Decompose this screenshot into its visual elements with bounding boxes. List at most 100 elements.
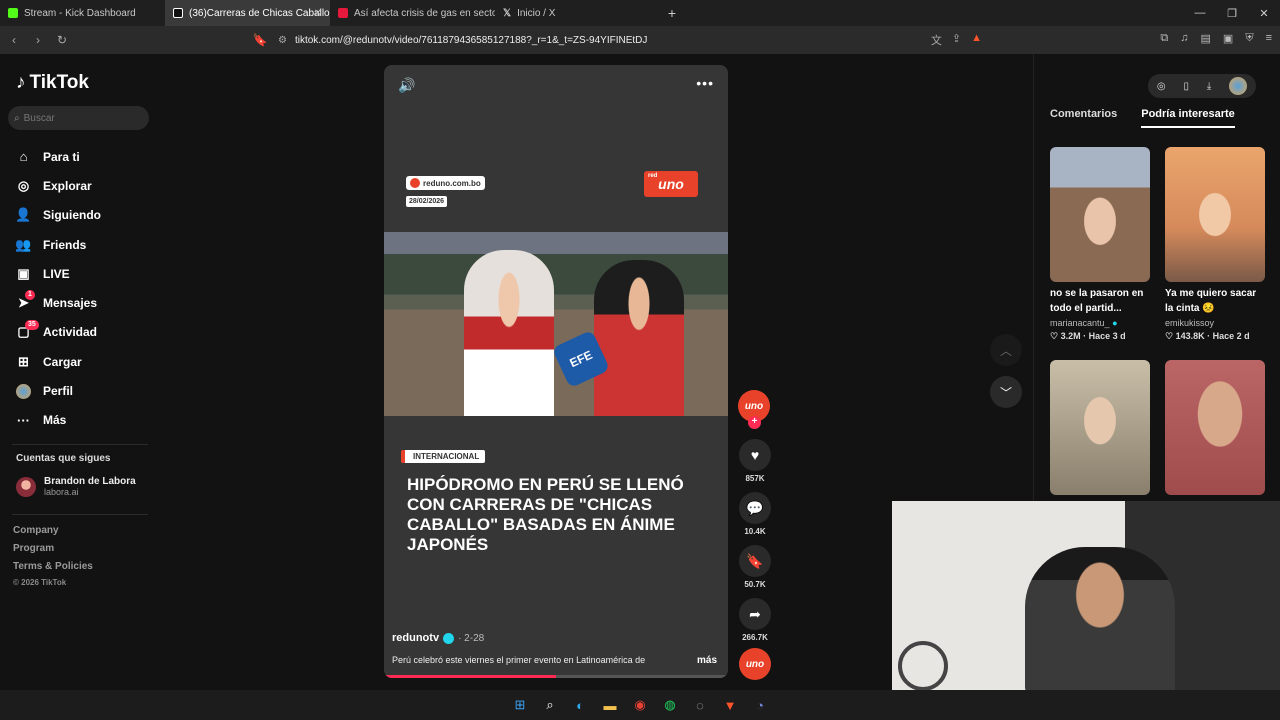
date-badge: 28/02/2026 [406,196,448,207]
edge-icon[interactable]: ◐ [570,695,590,715]
music-icon[interactable]: ♫ [1180,32,1188,45]
url-text: tiktok.com/@redunotv/video/7611879436585… [294,34,648,46]
chrome-icon[interactable]: ◉ [630,695,650,715]
footer-link-terms[interactable]: Terms & Policies [13,561,93,579]
music-disc-button[interactable]: uno [739,648,771,680]
comment-count: 10.4K [744,527,766,536]
tab-label: Inicio / X [517,7,556,19]
file-explorer-icon[interactable]: ▬ [600,695,620,715]
phone-icon[interactable]: ▯ [1183,81,1189,92]
share-arrow-icon[interactable]: ➦ [739,598,771,630]
site-info-icon[interactable]: ⚙ [278,35,287,46]
video-thumbnail[interactable] [1050,360,1150,495]
video-author[interactable]: redunotv · 2-28 [392,632,484,644]
sidebar-item-explorar[interactable]: ◎ Explorar [16,171,101,200]
bookmark-icon[interactable]: 🔖 [250,30,270,50]
next-video-button[interactable]: ﹀ [990,376,1022,408]
author-name: redunotv [392,632,440,644]
follow-plus-icon[interactable]: + [748,416,761,429]
video-headline: HIPÓDROMO EN PERÚ SE LLENÓ CON CARRERAS … [407,475,684,554]
brave-shield-icon[interactable]: ▲ [971,32,982,48]
download-icon[interactable]: ⤓ [1207,81,1211,92]
logo-text: uno [658,176,684,192]
footer-link-program[interactable]: Program [13,543,93,561]
previous-video-button[interactable]: ︿ [990,334,1022,366]
save-action[interactable]: 🔖 50.7K [738,545,772,589]
tab-podria-interesarte[interactable]: Podría interesarte [1141,108,1235,128]
like-action[interactable]: ♥ 857K [738,439,772,483]
video-thumbnail[interactable] [1050,147,1150,282]
sidebar-item-label: Actividad [43,325,98,340]
more-options-icon[interactable]: ••• [696,75,714,91]
following-account[interactable]: Brandon de Labora labora.ai [16,476,136,497]
tab-comentarios[interactable]: Comentarios [1050,108,1117,128]
share-action[interactable]: ➦ 266.7K [738,598,772,642]
close-window-icon[interactable]: ✕ [1248,0,1280,26]
search-input[interactable] [23,112,134,124]
back-icon[interactable]: ‹ [4,30,24,50]
video-card[interactable]: Ya me quiero sacar la cinta 😣 emikukisso… [1165,147,1265,342]
sidebar-item-actividad[interactable]: ▢ 35 Actividad [16,318,101,347]
wallet-icon[interactable]: ▣ [1223,32,1233,45]
browser-tab-tiktok[interactable]: (36)Carreras de Chicas Caballo: Ú ✕ [165,0,330,26]
sidebar-item-para-ti[interactable]: ⌂ Para ti [16,142,101,171]
obs-icon[interactable]: ◌ [690,695,710,715]
video-progress-bar[interactable] [384,675,728,678]
bookmark-icon[interactable]: 🔖 [739,545,771,577]
heart-icon[interactable]: ♥ [739,439,771,471]
volume-icon[interactable]: 🔊 [398,77,415,94]
sidebar-icon[interactable]: ▤ [1201,32,1211,45]
new-tab-button[interactable]: + [660,5,684,21]
sidebar-item-cargar[interactable]: ⊞ Cargar [16,347,101,376]
forward-icon[interactable]: › [28,30,48,50]
browser-tab-x[interactable]: 𝕏 Inicio / X [495,0,660,26]
video-frame-image: EFE [384,232,728,416]
address-bar[interactable]: ⚙ tiktok.com/@redunotv/video/76118794365… [270,30,990,50]
share-icon[interactable]: ⇪ [952,32,961,48]
more-icon: ··· [17,412,30,428]
sidebar-item-live[interactable]: ▣ LIVE [16,259,101,288]
video-thumbnail[interactable] [1165,147,1265,282]
avatar[interactable] [1229,77,1248,95]
browser-tab-kick[interactable]: Stream - Kick Dashboard [0,0,165,26]
video-card[interactable] [1165,360,1265,495]
vpn-icon[interactable]: ⛨ [1245,32,1253,45]
notification-badge: 35 [25,319,39,330]
sidebar-item-friends[interactable]: 👥 Friends [15,230,101,259]
discord-icon[interactable]: ◔ [750,695,770,715]
browser-toolbar: ‹ › ↻ 🔖 ⚙ tiktok.com/@redunotv/video/761… [0,26,1280,54]
sidebar-item-mas[interactable]: ··· Más [16,406,101,435]
tab-label: Stream - Kick Dashboard [24,7,136,19]
mic-label: EFE [567,347,595,371]
video-player[interactable]: 🔊 ••• reduno.com.bo 28/02/2026 red uno E… [384,65,728,678]
compass-icon: ◎ [17,177,30,193]
menu-icon[interactable]: ≡ [1266,32,1272,45]
translate-icon[interactable]: 文 [931,32,942,48]
sidebar-item-perfil[interactable]: Perfil [16,376,101,405]
compass-icon[interactable]: ◎ [1157,81,1166,92]
minimize-icon[interactable]: — [1184,0,1216,26]
extensions-icon[interactable]: ⧉ [1160,32,1168,45]
windows-start-icon[interactable]: ⊞ [510,695,530,715]
sidebar-nav: ⌂ Para ti ◎ Explorar 👤 Siguiendo 👥 Friends ▣… [15,142,101,435]
reload-icon[interactable]: ↻ [52,30,72,50]
spotify-icon[interactable]: ◍ [660,695,680,715]
tiktok-logo[interactable]: ♪ TikTok [16,72,89,94]
video-thumbnail[interactable] [1165,360,1265,495]
footer-link-company[interactable]: Company [13,525,93,543]
comment-action[interactable]: 💬 10.4K [738,492,772,536]
creator-avatar-button[interactable]: uno + [738,390,770,429]
video-card[interactable] [1050,360,1150,495]
browser-tab-youtube[interactable]: Así afecta crisis de gas en sectores de [330,0,495,26]
more-link[interactable]: más [697,655,717,666]
sidebar-item-siguiendo[interactable]: 👤 Siguiendo [15,201,101,230]
comment-icon[interactable]: 💬 [739,492,771,524]
sidebar-item-mensajes[interactable]: ➤ 1 Mensajes [16,288,101,317]
restore-icon[interactable]: ❐ [1216,0,1248,26]
search-icon[interactable]: ⌕ [540,695,560,715]
profile-icon [16,383,31,399]
close-icon[interactable]: ✕ [314,8,322,19]
search-box[interactable]: ⌕ [8,106,149,130]
brave-icon[interactable]: ▼ [720,695,740,715]
video-card[interactable]: no se la pasaron en todo el partid... ma… [1050,147,1150,342]
